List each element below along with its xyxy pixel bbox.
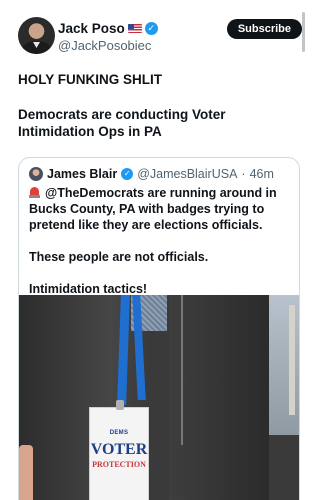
- quoted-post-header: James Blair ✓ @JamesBlairUSA · 46m: [29, 166, 274, 182]
- post-text-line-1: HOLY FUNKING SHLIT: [18, 72, 163, 87]
- author-name[interactable]: Jack Poso: [58, 21, 125, 36]
- quoted-avatar[interactable]: [29, 167, 43, 181]
- author-handle[interactable]: @JackPosobiec: [58, 38, 158, 53]
- post-text: HOLY FUNKING SHLIT Democrats are conduct…: [18, 71, 300, 140]
- quoted-author-handle[interactable]: @JamesBlairUSA: [137, 167, 237, 181]
- badge-clip: [116, 400, 124, 410]
- badge-title: VOTER: [90, 441, 148, 458]
- quoted-post-image[interactable]: DEMS VOTER PROTECTION: [19, 295, 299, 500]
- quoted-text-line-2: These people are not officials.: [29, 250, 209, 264]
- image-jacket-right: [169, 295, 269, 500]
- police-siren-icon: [29, 186, 40, 198]
- quoted-separator: ·: [241, 167, 246, 181]
- author-name-row: Jack Poso ✓: [58, 20, 158, 36]
- image-hand: [19, 445, 33, 500]
- quoted-text-line-1-content: @TheDemocrats are running around in Buck…: [29, 186, 277, 232]
- avatar[interactable]: [18, 17, 55, 54]
- subscribe-button[interactable]: Subscribe: [226, 19, 302, 39]
- quoted-post[interactable]: James Blair ✓ @JamesBlairUSA · 46m @TheD…: [18, 157, 300, 500]
- quoted-author-name[interactable]: James Blair: [47, 167, 117, 181]
- badge-subtitle: PROTECTION: [92, 460, 146, 469]
- image-pillar: [289, 305, 295, 415]
- quoted-text-line-1: @TheDemocrats are running around in Buck…: [29, 185, 291, 233]
- quoted-post-text: @TheDemocrats are running around in Buck…: [29, 185, 291, 297]
- image-zipper: [181, 295, 183, 445]
- badge-logo: DEMS: [109, 430, 129, 436]
- scrollbar-thumb[interactable]: [302, 12, 305, 52]
- quoted-timestamp[interactable]: 46m: [250, 167, 274, 181]
- post-header: Jack Poso ✓ @JackPosobiec Subscribe: [18, 14, 302, 58]
- verified-check-icon: ✓: [144, 21, 158, 35]
- verified-check-icon: ✓: [121, 168, 134, 180]
- post-text-line-2: Democrats are conducting Voter Intimidat…: [18, 107, 226, 139]
- us-flag-icon: [127, 23, 142, 33]
- voter-protection-badge: DEMS VOTER PROTECTION: [89, 400, 149, 500]
- post: Jack Poso ✓ @JackPosobiec Subscribe HOLY…: [0, 0, 318, 500]
- author-block: Jack Poso ✓ @JackPosobiec: [58, 20, 158, 53]
